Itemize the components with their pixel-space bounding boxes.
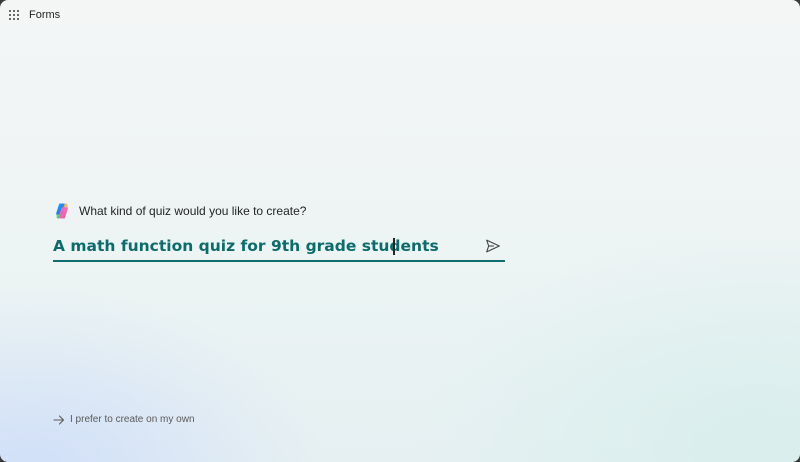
create-on-my-own-link[interactable]: I prefer to create on my own bbox=[53, 414, 195, 425]
quiz-prompt-area: What kind of quiz would you like to crea… bbox=[53, 202, 505, 262]
quiz-input-row[interactable] bbox=[53, 232, 505, 262]
app-title: Forms bbox=[29, 9, 61, 21]
text-caret bbox=[393, 238, 395, 255]
send-icon bbox=[486, 239, 500, 253]
create-on-my-own-label: I prefer to create on my own bbox=[70, 414, 195, 425]
prompt-question: What kind of quiz would you like to crea… bbox=[79, 204, 307, 218]
prompt-question-row: What kind of quiz would you like to crea… bbox=[53, 202, 505, 220]
top-bar: Forms bbox=[0, 0, 800, 32]
app-launcher-icon[interactable] bbox=[9, 10, 20, 21]
forms-window: Forms What kind of quiz would you like t… bbox=[0, 0, 800, 462]
arrow-right-icon bbox=[53, 414, 65, 425]
copilot-icon bbox=[56, 203, 68, 219]
send-button[interactable] bbox=[484, 237, 502, 255]
quiz-description-input[interactable] bbox=[53, 233, 505, 259]
